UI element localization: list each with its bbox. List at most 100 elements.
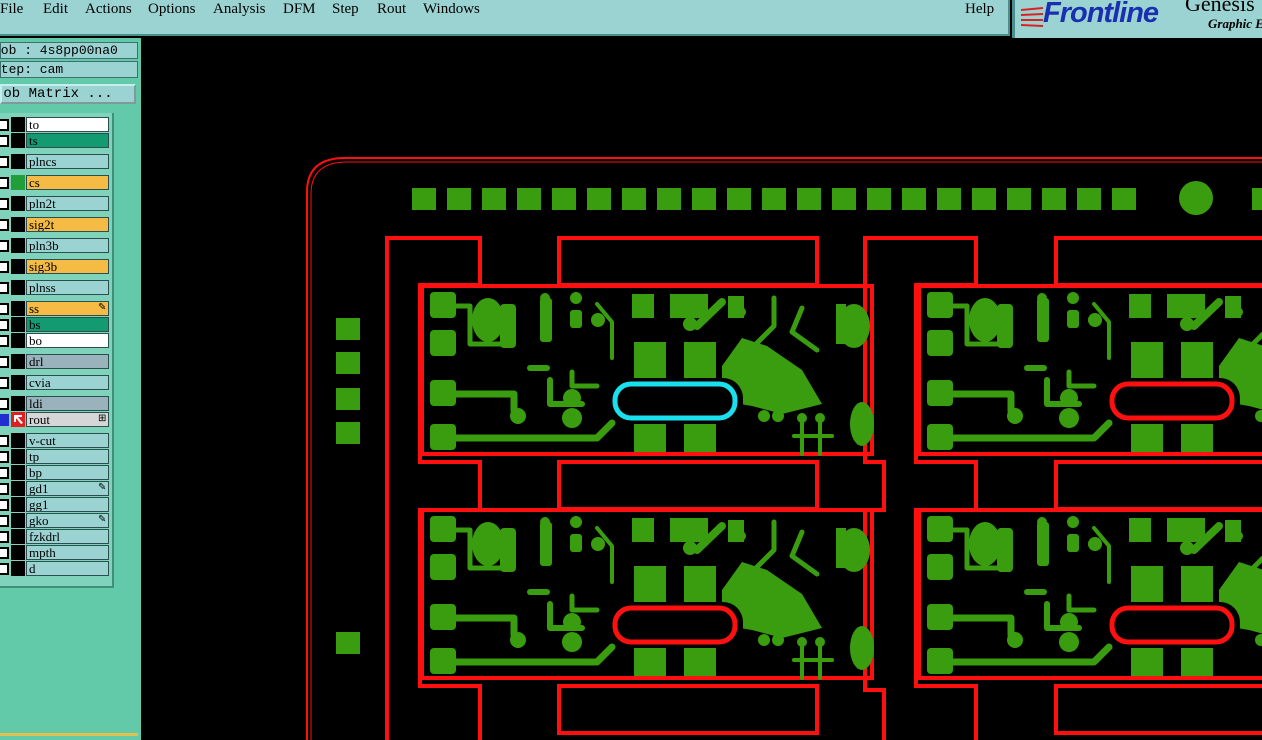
layer-name[interactable]: gg1	[26, 497, 109, 512]
layer-name[interactable]: bp	[26, 465, 109, 480]
layer-name[interactable]: mpth	[26, 545, 109, 560]
rout-arrow-icon[interactable]	[11, 412, 25, 427]
layer-row-cvia[interactable]: cvia	[0, 375, 111, 390]
menu-help[interactable]: Help	[965, 1, 994, 18]
menu-actions[interactable]: Actions	[85, 1, 132, 18]
layer-color-indicator[interactable]	[11, 497, 25, 512]
layer-name[interactable]: sig2t	[26, 217, 109, 232]
layer-color-indicator[interactable]	[11, 196, 25, 211]
layer-checkbox[interactable]	[0, 135, 9, 147]
layer-checkbox[interactable]	[0, 563, 9, 575]
layer-checkbox[interactable]	[0, 335, 9, 347]
layer-checkbox[interactable]	[0, 356, 9, 368]
layer-name[interactable]: ss	[26, 301, 109, 316]
layer-row-pln3b[interactable]: pln3b	[0, 238, 111, 253]
layer-checkbox[interactable]	[0, 303, 9, 315]
menu-analysis[interactable]: Analysis	[213, 1, 266, 18]
layer-checkbox[interactable]	[0, 377, 9, 389]
layer-row-bp[interactable]: bp	[0, 465, 111, 480]
layer-color-indicator[interactable]	[11, 481, 25, 496]
menu-file[interactable]: File	[0, 1, 23, 18]
layer-row-pln2t[interactable]: pln2t	[0, 196, 111, 211]
layer-name[interactable]: fzkdrl	[26, 529, 109, 544]
layer-row-fzkdrl[interactable]: fzkdrl	[0, 529, 111, 544]
layer-name[interactable]: rout	[26, 412, 109, 427]
layer-checkbox[interactable]	[0, 451, 9, 463]
layer-name[interactable]: drl	[26, 354, 109, 369]
layer-checkbox[interactable]	[0, 319, 9, 331]
layer-name[interactable]: cvia	[26, 375, 109, 390]
layer-row-bs[interactable]: bs	[0, 317, 111, 332]
layer-row-cs[interactable]: cs	[0, 175, 111, 190]
job-matrix-button[interactable]: Job Matrix ...	[0, 84, 136, 104]
layer-name[interactable]: d	[26, 561, 109, 576]
layer-color-indicator[interactable]	[11, 259, 25, 274]
layer-row-plnss[interactable]: plnss	[0, 280, 111, 295]
layer-row-mpth[interactable]: mpth	[0, 545, 111, 560]
menu-rout[interactable]: Rout	[377, 1, 406, 18]
layer-color-indicator[interactable]	[11, 317, 25, 332]
layer-checkbox[interactable]	[0, 119, 9, 131]
layer-checkbox[interactable]	[0, 414, 9, 426]
layer-row-bo[interactable]: bo	[0, 333, 111, 348]
layer-color-indicator[interactable]	[11, 238, 25, 253]
layer-checkbox[interactable]	[0, 467, 9, 479]
layer-name[interactable]: ts	[26, 133, 109, 148]
layer-row-ts[interactable]: ts	[0, 133, 111, 148]
layer-color-indicator[interactable]	[11, 449, 25, 464]
layer-name[interactable]: v-cut	[26, 433, 109, 448]
layer-row-to[interactable]: to	[0, 117, 111, 132]
layer-color-indicator[interactable]	[11, 280, 25, 295]
layer-checkbox[interactable]	[0, 515, 9, 527]
menu-edit[interactable]: Edit	[43, 1, 68, 18]
layer-row-rout[interactable]: rout ⊞	[0, 412, 111, 427]
layer-color-indicator[interactable]	[11, 561, 25, 576]
layer-color-indicator[interactable]	[11, 433, 25, 448]
layer-color-indicator[interactable]	[11, 375, 25, 390]
layer-name[interactable]: pln2t	[26, 196, 109, 211]
layer-color-indicator[interactable]	[11, 333, 25, 348]
layer-checkbox[interactable]	[0, 483, 9, 495]
layer-row-gko[interactable]: gko ✎	[0, 513, 111, 528]
layer-checkbox[interactable]	[0, 398, 9, 410]
layer-color-indicator[interactable]	[11, 465, 25, 480]
pcb-view[interactable]	[141, 38, 1262, 740]
layer-name[interactable]: plncs	[26, 154, 109, 169]
layer-row-sig2t[interactable]: sig2t	[0, 217, 111, 232]
layer-checkbox[interactable]	[0, 282, 9, 294]
layer-name[interactable]: cs	[26, 175, 109, 190]
layer-row-sig3b[interactable]: sig3b	[0, 259, 111, 274]
layer-color-indicator[interactable]	[11, 301, 25, 316]
layer-checkbox[interactable]	[0, 547, 9, 559]
layer-checkbox[interactable]	[0, 156, 9, 168]
layer-checkbox[interactable]	[0, 531, 9, 543]
layer-name[interactable]: tp	[26, 449, 109, 464]
layer-color-indicator[interactable]	[11, 154, 25, 169]
layer-color-indicator[interactable]	[11, 217, 25, 232]
layer-name[interactable]: ldi	[26, 396, 109, 411]
layer-color-indicator[interactable]	[11, 117, 25, 132]
layer-checkbox[interactable]	[0, 435, 9, 447]
menu-step[interactable]: Step	[332, 1, 359, 18]
layer-row-drl[interactable]: drl	[0, 354, 111, 369]
graphics-canvas[interactable]	[141, 38, 1262, 740]
layer-row-gg1[interactable]: gg1	[0, 497, 111, 512]
layer-checkbox[interactable]	[0, 177, 9, 189]
layer-color-indicator[interactable]	[11, 529, 25, 544]
layer-name[interactable]: to	[26, 117, 109, 132]
layer-color-indicator[interactable]	[11, 513, 25, 528]
layer-checkbox[interactable]	[0, 219, 9, 231]
layer-name[interactable]: gd1	[26, 481, 109, 496]
layer-checkbox[interactable]	[0, 499, 9, 511]
layer-name[interactable]: pln3b	[26, 238, 109, 253]
menu-options[interactable]: Options	[148, 1, 196, 18]
layer-row-d[interactable]: d	[0, 561, 111, 576]
layer-checkbox[interactable]	[0, 261, 9, 273]
layer-color-indicator[interactable]	[11, 396, 25, 411]
layer-color-indicator[interactable]	[11, 175, 25, 190]
layer-checkbox[interactable]	[0, 240, 9, 252]
layer-color-indicator[interactable]	[11, 545, 25, 560]
menu-dfm[interactable]: DFM	[283, 1, 316, 18]
layer-name[interactable]: bo	[26, 333, 109, 348]
layer-name[interactable]: gko	[26, 513, 109, 528]
